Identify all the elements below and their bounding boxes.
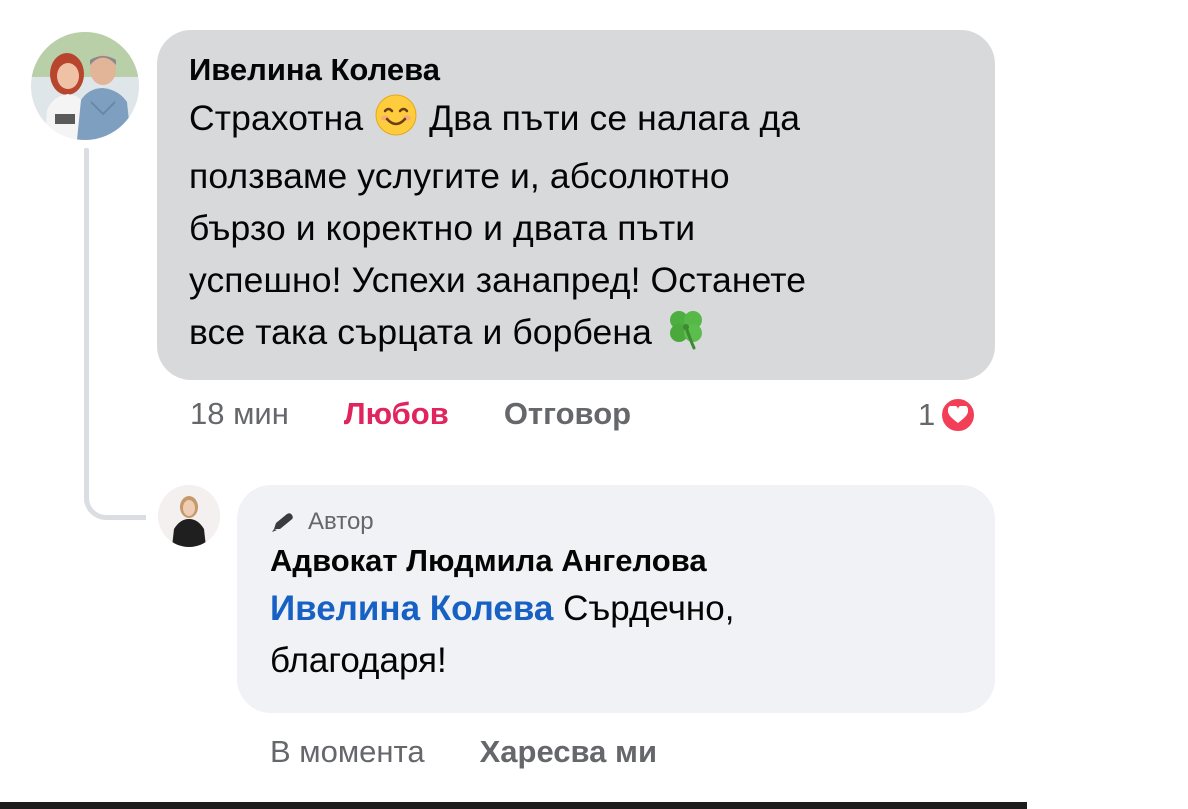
- reply-timestamp[interactable]: В момента: [270, 734, 425, 770]
- comment-line-1: Страхотна Два пъти се налага да: [189, 92, 961, 150]
- love-reaction-button[interactable]: Любов: [344, 396, 449, 432]
- reply-line-2: благодаря!: [270, 641, 447, 680]
- smiling-face-emoji-icon: [375, 94, 417, 150]
- reply-line-1-text: Сърдечно,: [563, 589, 735, 628]
- comment-line-5: все така сърцата и борбена: [189, 306, 961, 364]
- comment-line-2: ползваме услугите и, абсолютно: [189, 156, 730, 196]
- author-badge: Автор: [270, 507, 961, 537]
- comment-actions: 18 мин Любов Отговор: [190, 396, 631, 432]
- reply-button[interactable]: Отговор: [504, 396, 631, 432]
- like-button[interactable]: Харесва ми: [480, 734, 657, 770]
- thread-connector-curve: [84, 470, 146, 520]
- pen-icon: [270, 511, 298, 533]
- reply-author-avatar[interactable]: [158, 485, 220, 547]
- reply-author-avatar-photo: [158, 485, 220, 547]
- comment-timestamp[interactable]: 18 мин: [190, 396, 289, 432]
- reply-line-1: Ивелина Колева Сърдечно,: [270, 583, 961, 635]
- reply-bubble: Автор Адвокат Людмила Ангелова Ивелина К…: [237, 485, 995, 713]
- author-badge-label: Автор: [308, 508, 374, 535]
- mention-link[interactable]: Ивелина Колева: [270, 589, 553, 628]
- bottom-divider: [0, 802, 1027, 809]
- four-leaf-clover-emoji-icon: [664, 306, 708, 364]
- comment-line-1-text: Страхотна: [189, 98, 364, 138]
- reply-actions: В момента Харесва ми: [270, 734, 657, 770]
- reply-author-name[interactable]: Адвокат Людмила Ангелова: [270, 543, 961, 579]
- comment-line-1b-text: Два пъти се налага да: [429, 98, 801, 138]
- comment-line-5-text: все така сърцата и борбена: [189, 312, 652, 352]
- reply-text: Ивелина Колева Сърдечно, благодаря!: [270, 583, 961, 687]
- reaction-summary[interactable]: 1: [918, 396, 978, 434]
- commenter-avatar[interactable]: [31, 32, 139, 140]
- commenter-avatar-photo: [31, 32, 139, 140]
- comment-bubble: Ивелина Колева Страхотна Два пъти се нал…: [157, 30, 995, 380]
- thread-connector-line: [84, 148, 89, 503]
- comment-line-3: бързо и коректно и двата пъти: [189, 208, 696, 248]
- comment-author-name[interactable]: Ивелина Колева: [189, 52, 961, 88]
- comment-line-4: успешно! Успехи занапред! Останете: [189, 260, 807, 300]
- reaction-count: 1: [918, 397, 936, 432]
- comment-text: Страхотна Два пъти се налага да ползваме…: [189, 92, 961, 364]
- heart-icon: [939, 396, 978, 434]
